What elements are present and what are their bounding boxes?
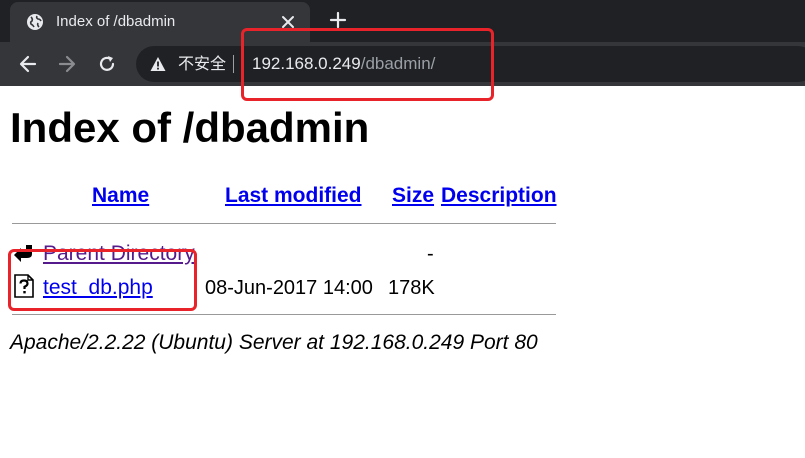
address-bar[interactable]: 不安全 192.168.0.249/dbadmin/ [136, 46, 805, 82]
omnibox-divider [233, 55, 234, 73]
browser-toolbar: 不安全 192.168.0.249/dbadmin/ [0, 42, 805, 86]
url-text[interactable]: 192.168.0.249/dbadmin/ [252, 54, 435, 74]
parent-directory-size: - [427, 243, 434, 265]
close-icon[interactable] [280, 14, 296, 30]
tab-title: Index of /dbadmin [56, 13, 176, 30]
column-header-last-modified[interactable]: Last modified [225, 184, 362, 208]
arrow-left-icon[interactable] [18, 54, 38, 74]
column-header-name[interactable]: Name [92, 184, 149, 208]
back-arrow-icon [14, 245, 32, 262]
column-header-description[interactable]: Description [441, 184, 557, 208]
server-signature: Apache/2.2.22 (Ubuntu) Server at 192.168… [10, 331, 538, 354]
parent-directory-link[interactable]: Parent Directory [43, 242, 195, 266]
plus-icon[interactable] [329, 11, 347, 29]
arrow-right-icon[interactable] [57, 54, 77, 74]
file-link-test-db-php[interactable]: test_db.php [43, 276, 153, 300]
page-title: Index of /dbadmin [10, 104, 370, 151]
reload-icon[interactable] [97, 54, 117, 74]
column-header-size[interactable]: Size [392, 184, 434, 208]
browser-tab[interactable]: Index of /dbadmin [10, 2, 310, 42]
globe-icon [27, 14, 43, 30]
divider-top [12, 223, 556, 224]
unknown-file-icon [14, 274, 34, 298]
url-path: /dbadmin/ [360, 54, 436, 73]
warning-triangle-icon[interactable] [150, 56, 166, 72]
url-host: 192.168.0.249 [252, 54, 361, 73]
security-label[interactable]: 不安全 [178, 54, 226, 74]
file-size: 178K [388, 277, 435, 299]
divider-bottom [12, 314, 556, 315]
file-last-modified: 08-Jun-2017 14:00 [205, 277, 373, 299]
tab-strip: Index of /dbadmin [0, 0, 805, 42]
